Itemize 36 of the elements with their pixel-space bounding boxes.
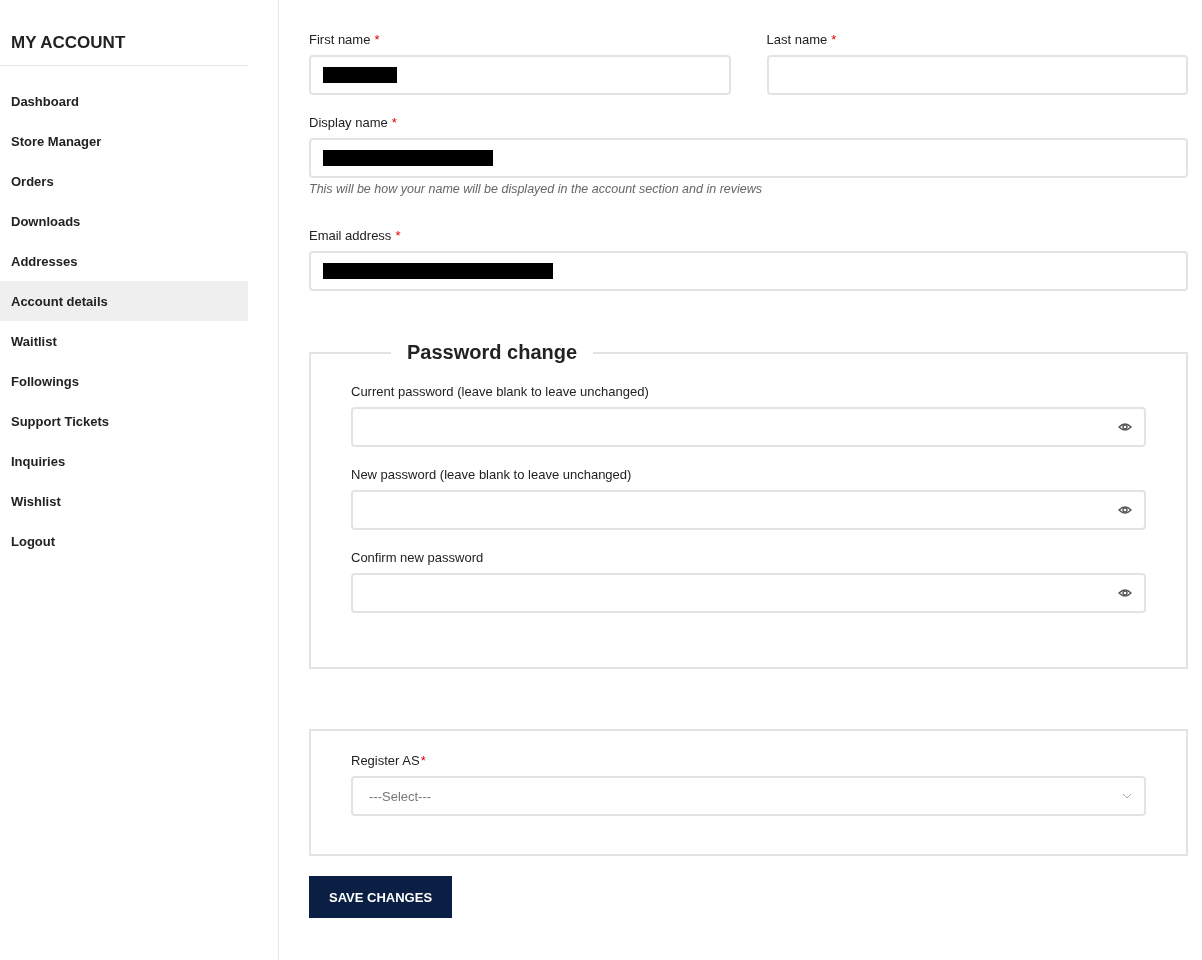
sidebar-item[interactable]: Support Tickets bbox=[0, 401, 248, 441]
password-field[interactable] bbox=[351, 407, 1146, 447]
field-label: Last name * bbox=[766, 32, 838, 47]
sidebar-item[interactable]: Orders bbox=[0, 161, 248, 201]
sidebar-item[interactable]: Downloads bbox=[0, 201, 248, 241]
text-field[interactable] bbox=[309, 251, 1188, 291]
field-hint: This will be how your name will be displayed in the account section and in reviews bbox=[309, 182, 763, 196]
text-field[interactable] bbox=[309, 55, 731, 95]
save-button[interactable]: SAVE CHANGES bbox=[309, 876, 453, 918]
eye-icon[interactable] bbox=[1118, 422, 1132, 432]
password-field[interactable] bbox=[351, 573, 1146, 613]
field-label: Confirm new password bbox=[351, 550, 485, 565]
sidebar-item[interactable]: Addresses bbox=[0, 241, 248, 281]
field-label: Current password (leave blank to leave unchanged) bbox=[351, 384, 650, 399]
field-label: Display name * bbox=[309, 115, 398, 130]
sidebar-item[interactable]: Dashboard bbox=[0, 81, 248, 121]
sidebar-title: MY ACCOUNT bbox=[0, 20, 248, 66]
sidebar-item[interactable]: Store Manager bbox=[0, 121, 248, 161]
sidebar-item[interactable]: Account details bbox=[0, 281, 248, 321]
field-label: New password (leave blank to leave unchanged) bbox=[351, 467, 633, 482]
sidebar-item[interactable]: Logout bbox=[0, 521, 248, 561]
password-field[interactable] bbox=[351, 490, 1146, 530]
field-label: Register AS* bbox=[351, 753, 427, 768]
sidebar-item[interactable]: Wishlist bbox=[0, 481, 248, 521]
select-dropdown[interactable]: ---Select--- bbox=[351, 776, 1146, 816]
text-field[interactable] bbox=[309, 138, 1188, 178]
field-label: Email address * bbox=[309, 228, 402, 243]
eye-icon[interactable] bbox=[1118, 588, 1132, 598]
sidebar-item[interactable]: Waitlist bbox=[0, 321, 248, 361]
eye-icon[interactable] bbox=[1118, 505, 1132, 515]
field-label: First name * bbox=[309, 32, 381, 47]
text-field[interactable] bbox=[766, 55, 1188, 95]
sidebar-item[interactable]: Followings bbox=[0, 361, 248, 401]
caret-icon bbox=[1122, 793, 1132, 799]
sidebar-item[interactable]: Inquiries bbox=[0, 441, 248, 481]
section-title: Password change bbox=[406, 341, 579, 364]
